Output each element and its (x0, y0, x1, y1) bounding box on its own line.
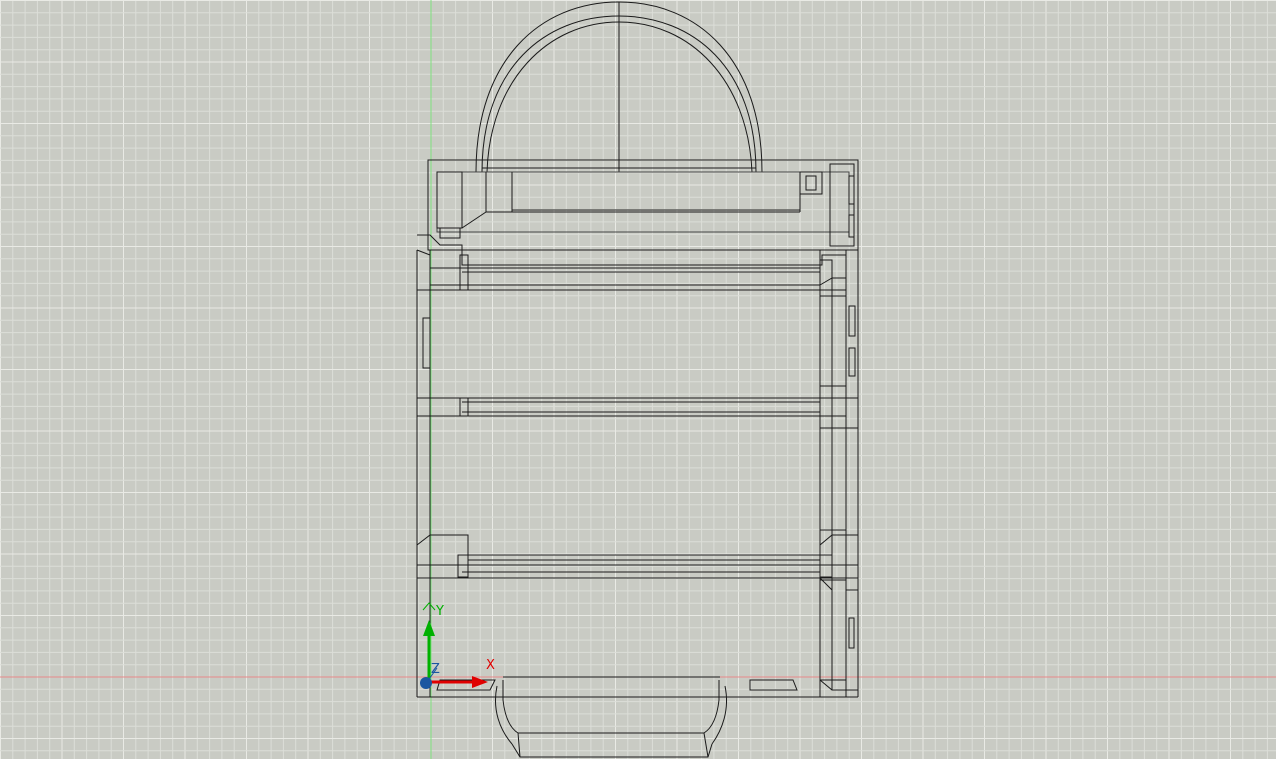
ucs-y-label: Y (435, 604, 444, 619)
ucs-y-arrowhead (423, 620, 435, 636)
ucs-origin (420, 677, 432, 689)
ucs-z-label: Z (431, 662, 440, 677)
ucs-y-bracket (422, 602, 436, 611)
drawing-viewport[interactable]: Y X Z (0, 0, 1276, 759)
ucs-x-arrowhead (472, 676, 488, 688)
ucs-x-label: X (486, 658, 495, 673)
ucs-icon: Y X Z (420, 602, 495, 689)
